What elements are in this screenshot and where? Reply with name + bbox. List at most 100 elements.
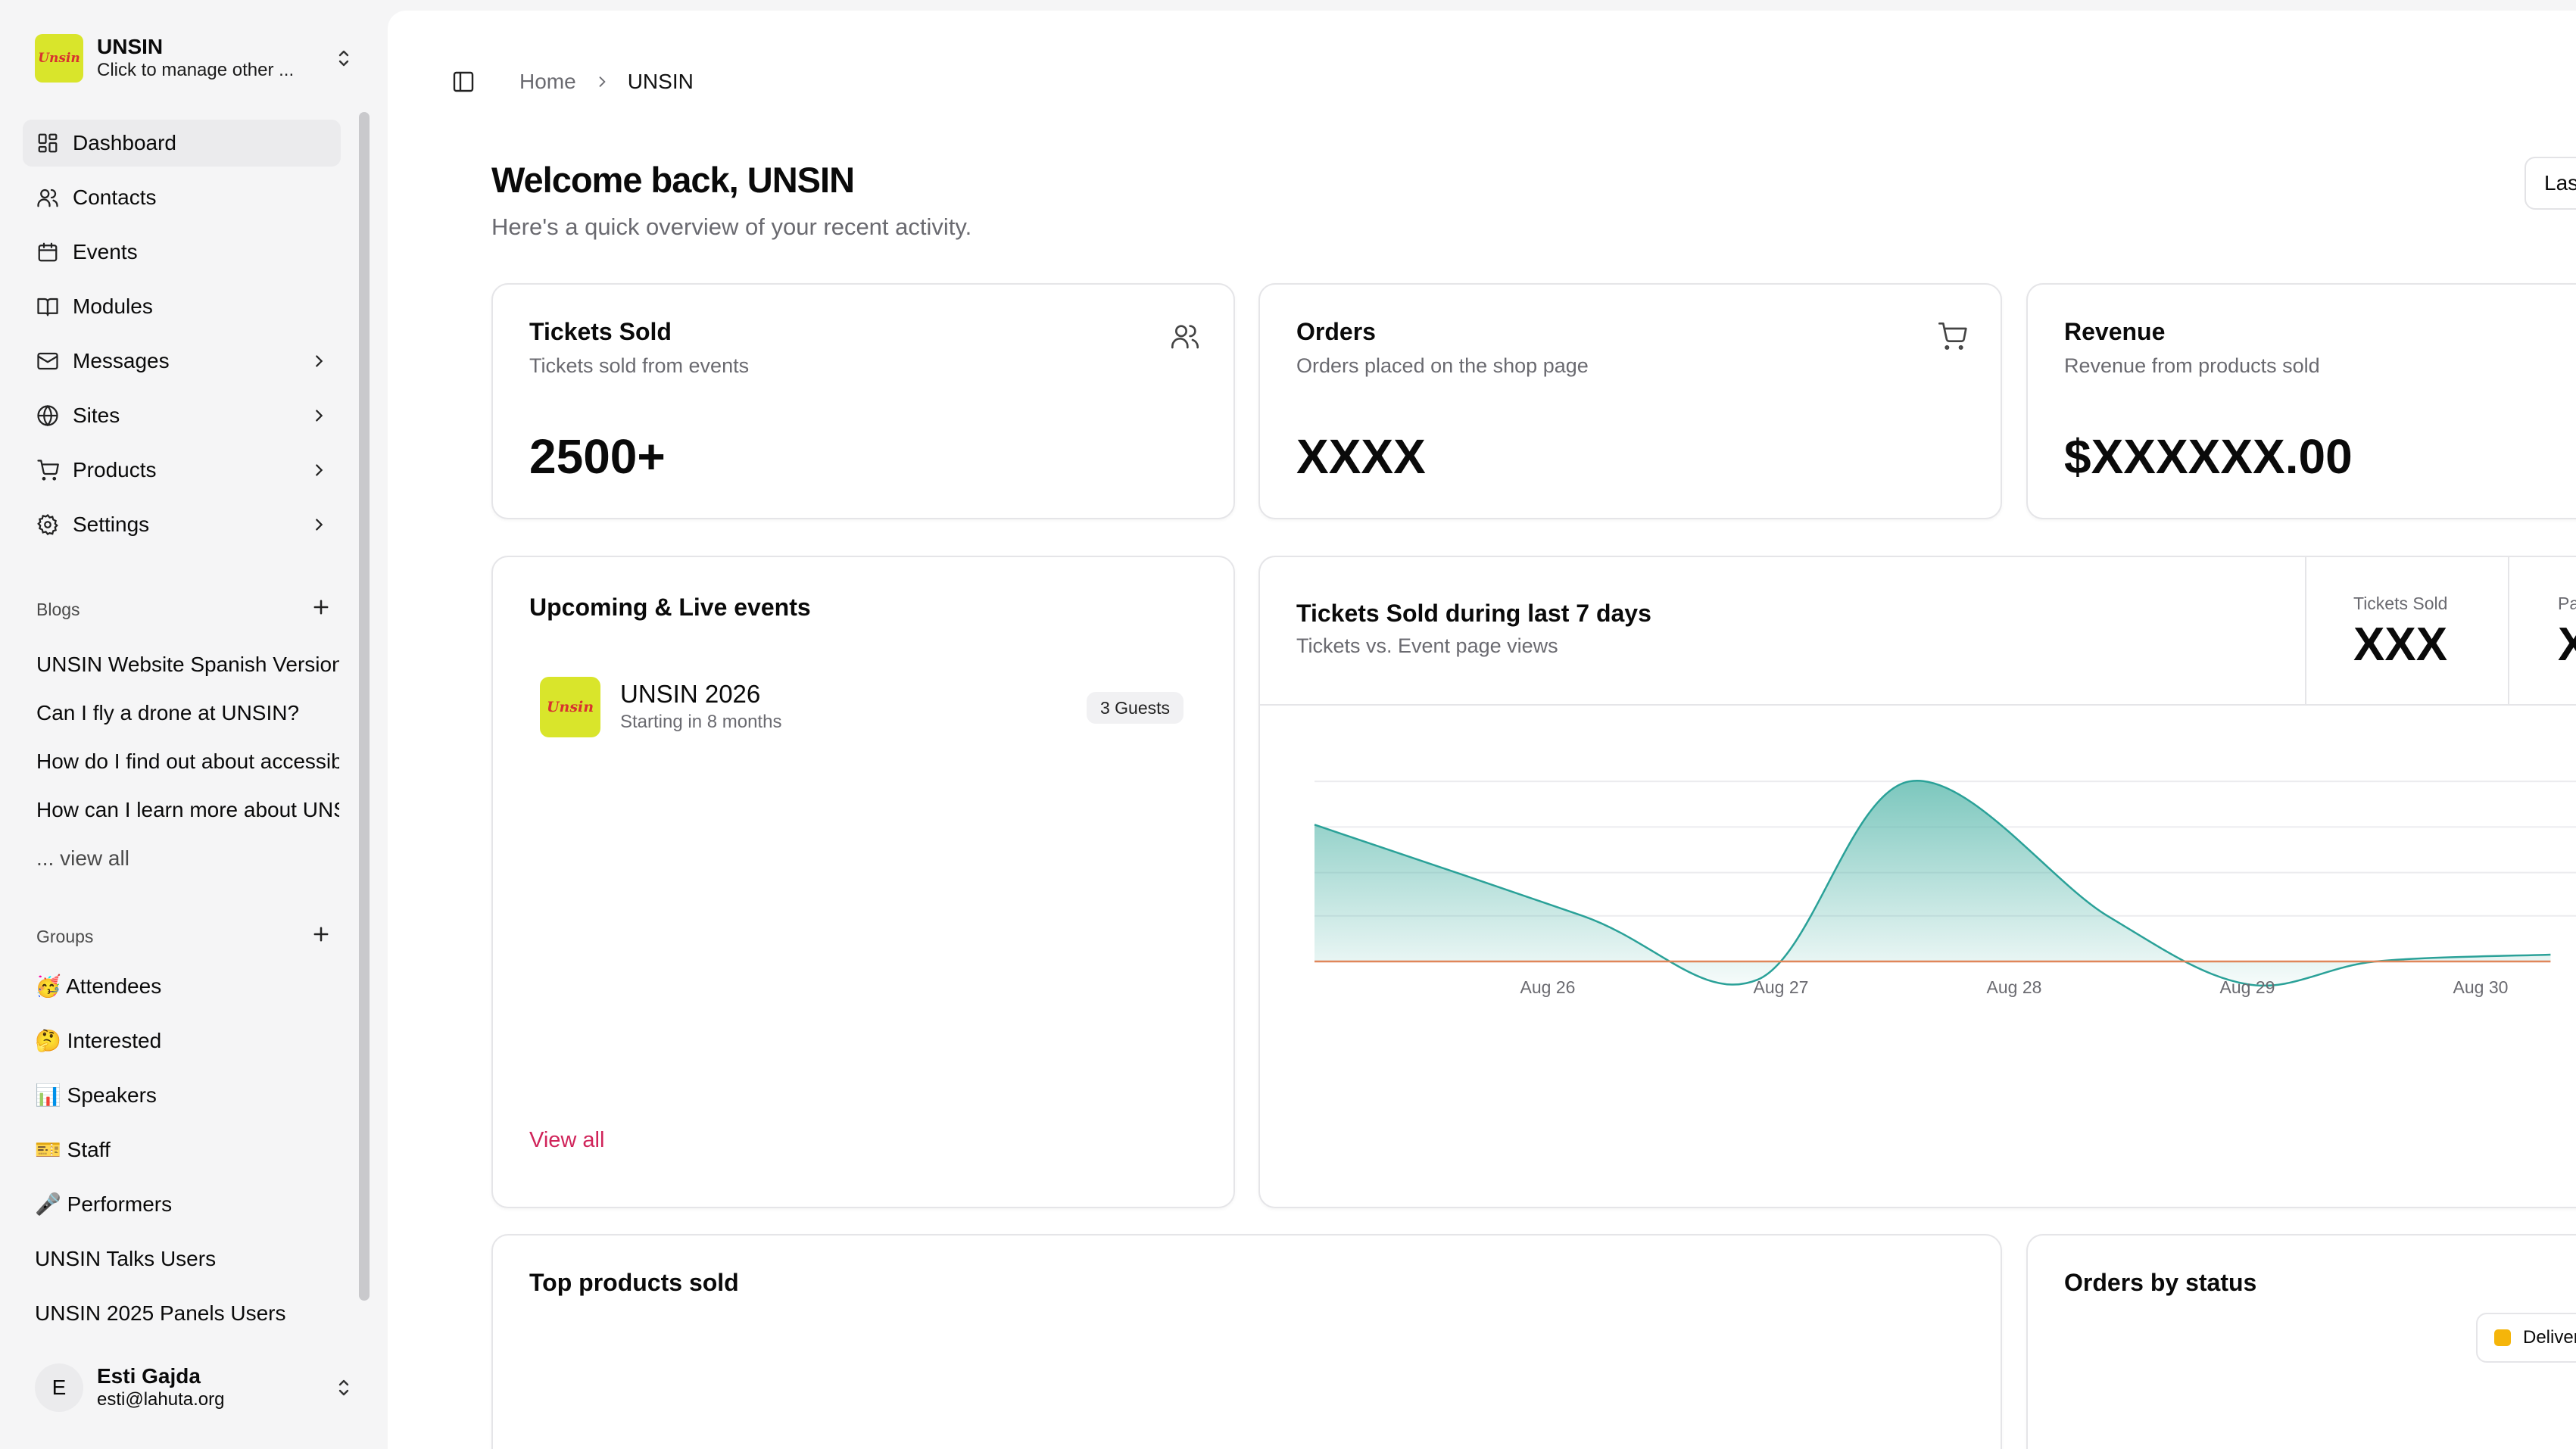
chevron-right-icon [316,355,323,367]
sidebar-item-products[interactable]: Products [23,447,341,494]
sidebar-item-events[interactable]: Events [23,229,341,276]
sidebar-item-label: Events [73,240,138,263]
sidebar-scrollbar[interactable] [359,112,370,1301]
groups-heading-label: Groups [36,927,94,946]
user-text: Esti Gajda esti@lahuta.org [97,1364,224,1411]
events-title: Upcoming & Live events [529,594,811,621]
stat-desc: Tickets sold from events [529,354,750,377]
breadcrumb: Home UNSIN [519,70,694,94]
sidebar-item-label: Settings [73,513,150,536]
group-item[interactable]: 🥳 Attendees [35,961,338,1016]
x-tick-label: Aug 27 [1754,977,1809,997]
user-email: esti@lahuta.org [97,1389,225,1410]
group-item[interactable]: 🎤 Performers [35,1179,338,1234]
sidebar-item-dashboard[interactable]: Dashboard [23,120,341,167]
events-view-all-link[interactable]: View all [529,1128,604,1153]
breadcrumb-current: UNSIN [627,70,694,93]
group-item[interactable]: UNSIN 2025 Panels Users [35,1289,338,1343]
chart-stat-label: Pag [2558,594,2576,613]
sidebar-toggle-icon[interactable] [451,70,476,94]
stat-card-tickets: Tickets Sold Tickets sold from events 25… [491,283,1235,519]
group-item[interactable]: 🤔 Interested [35,1016,338,1070]
group-item[interactable]: UNSIN Talks Users [35,1234,338,1289]
chevron-right-icon [316,410,323,422]
orders-status-card: Orders by status Deliver [2026,1234,2576,1449]
group-item[interactable]: 📊 Speakers [35,1070,338,1125]
chart-header: Tickets Sold during last 7 days Tickets … [1260,557,2576,706]
event-logo: Unsin [540,677,600,737]
stat-value: 2500+ [529,429,666,484]
cart-icon [1938,323,1967,350]
sidebar-item-modules[interactable]: Modules [23,283,341,330]
event-name: UNSIN 2026 [620,680,761,708]
blogs-heading-label: Blogs [36,600,80,619]
chart-stat-value: XXX [2353,619,2448,671]
sidebar-item-label: Sites [73,404,120,427]
page-title: Welcome back, UNSIN [491,160,855,200]
sidebar: Unsin UNSIN Click to manage other ... Da… [0,0,386,1449]
group-item[interactable]: 🎫 Staff [35,1125,338,1179]
gear-icon [37,513,58,535]
date-range-button[interactable]: Las [2525,157,2576,210]
blog-item[interactable]: Can I fly a drone at UNSIN? [36,689,339,737]
users-icon [1171,325,1199,349]
chart-stat-page-views[interactable]: Pag X [2508,557,2576,704]
chevron-right-icon [599,76,606,87]
blog-item[interactable]: UNSIN Website Spanish Version [36,640,339,689]
org-name: UNSIN [97,35,164,58]
tickets-area-chart: Aug 26 Aug 27 Aug 28 Aug 29 Aug 30 [1314,780,2576,997]
event-row[interactable]: Unsin UNSIN 2026 Starting in 8 months 3 … [540,675,1184,739]
sidebar-item-messages[interactable]: Messages [23,338,341,385]
chevron-up-down-icon [338,1379,349,1396]
top-products-title: Top products sold [529,1269,739,1296]
blogs-heading: Blogs [36,600,332,620]
globe-icon [37,404,58,427]
x-tick-label: Aug 28 [1987,977,2042,997]
blog-item[interactable]: How do I find out about accessibility [36,737,339,786]
guest-count-badge: 3 Guests [1086,692,1184,724]
blog-list: UNSIN Website Spanish Version Can I fly … [36,640,339,883]
add-group-icon[interactable] [310,924,332,945]
stat-desc: Revenue from products sold [2064,354,2320,377]
chart-stat-tickets[interactable]: Tickets Sold XXX [2305,557,2508,704]
sidebar-item-label: Contacts [73,185,157,209]
org-logo: Unsin [35,34,83,83]
chart-stat-value: X [2558,618,2576,672]
event-when: Starting in 8 months [620,712,782,732]
chevron-right-icon [316,519,323,531]
sidebar-item-settings[interactable]: Settings [23,501,341,548]
org-text: UNSIN Click to manage other ... [97,35,294,82]
stat-title: Revenue [2064,318,2166,345]
tickets-chart-card: Tickets Sold during last 7 days Tickets … [1258,556,2576,1208]
stat-card-orders: Orders Orders placed on the shop page XX… [1258,283,2002,519]
avatar: E [35,1363,83,1412]
calendar-icon [38,242,58,262]
user-name: Esti Gajda [97,1364,201,1388]
stat-value: $XXXXXX.00 [2064,429,2353,484]
event-text: UNSIN 2026 Starting in 8 months [620,679,781,735]
orders-status-title: Orders by status [2064,1269,2257,1296]
x-tick-label: Aug 26 [1520,977,1576,997]
users-icon [37,189,58,207]
breadcrumb-home[interactable]: Home [519,70,576,94]
blog-item[interactable]: How can I learn more about UNSIN [36,786,339,834]
sidebar-item-sites[interactable]: Sites [23,392,341,439]
stat-desc: Orders placed on the shop page [1296,354,1589,377]
chevron-right-icon [316,464,323,476]
dashboard-icon [38,133,58,153]
sidebar-item-contacts[interactable]: Contacts [23,174,341,221]
stat-title: Orders [1296,318,1376,345]
add-blog-icon[interactable] [310,597,332,618]
mail-icon [37,352,58,370]
main-content: Home UNSIN Welcome back, UNSIN Here's a … [388,11,2576,1449]
page-subtitle: Here's a quick overview of your recent a… [491,213,972,240]
stat-title: Tickets Sold [529,318,672,345]
top-products-card: Top products sold [491,1234,2002,1449]
chevron-up-down-icon [338,50,349,67]
book-icon [37,298,58,316]
org-switcher[interactable]: Unsin UNSIN Click to manage other ... [35,33,353,83]
blogs-view-all-link[interactable]: ... view all [36,834,339,883]
sidebar-item-label: Modules [73,294,153,318]
user-menu[interactable]: E Esti Gajda esti@lahuta.org [35,1361,353,1414]
legend-delivered[interactable]: Deliver [2476,1313,2576,1363]
